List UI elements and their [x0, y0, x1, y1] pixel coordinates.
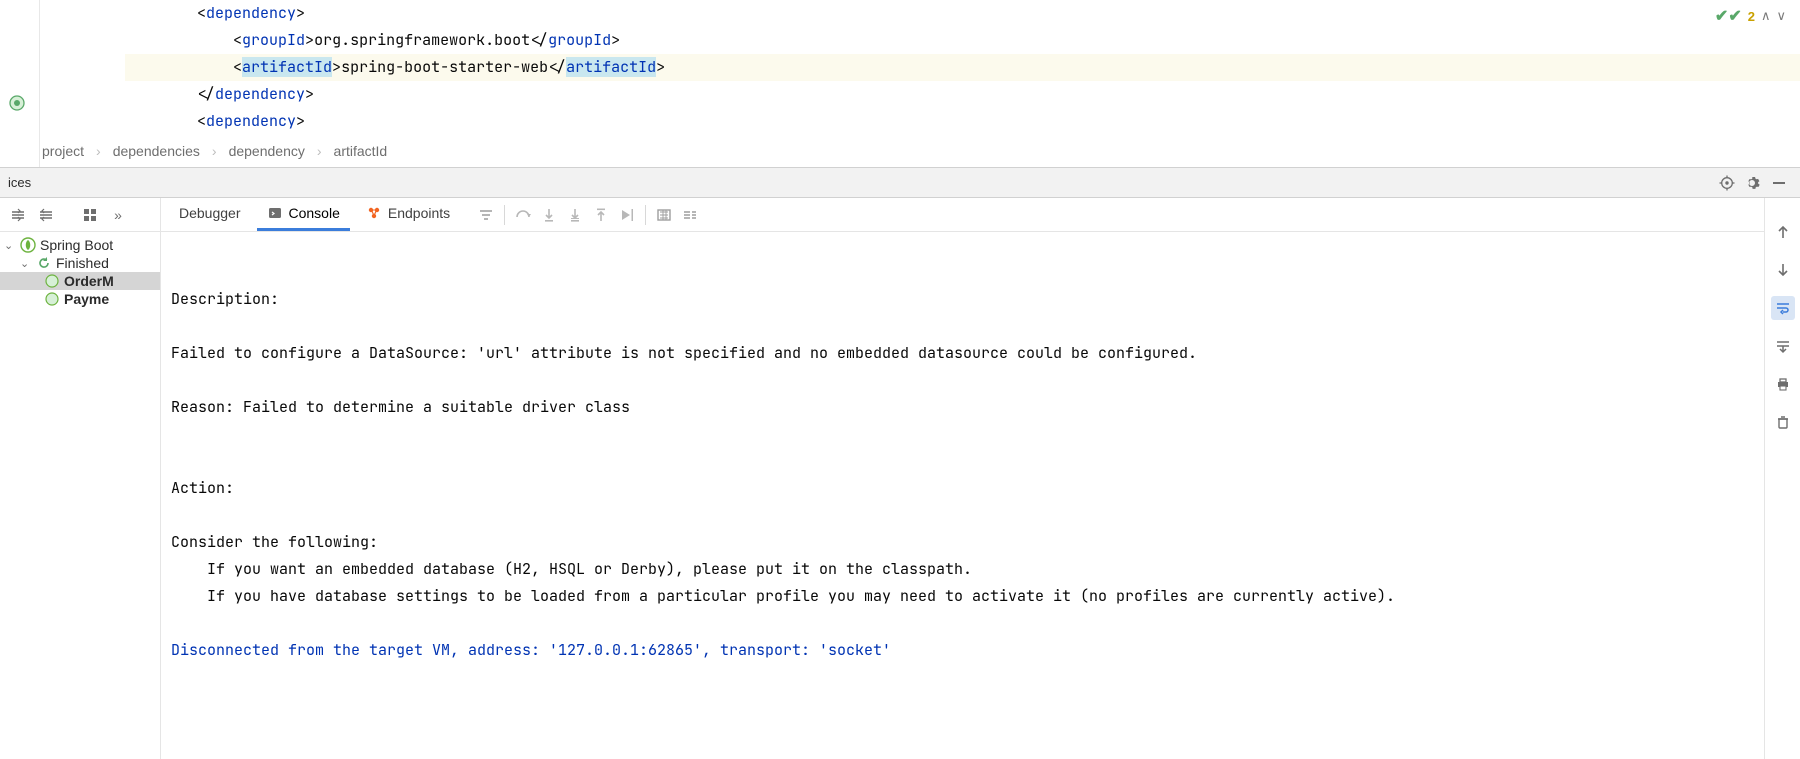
spring-app-icon: [44, 273, 60, 289]
gear-icon[interactable]: [1740, 170, 1766, 196]
console-line: [171, 313, 1754, 340]
console-line: Consider the following:: [171, 529, 1754, 556]
services-tree-panel: » ⌄ Spring Boot ⌄ Finished OrderM Payme: [0, 198, 160, 759]
print-icon[interactable]: [1771, 372, 1795, 396]
tree-toolbar: »: [0, 198, 160, 232]
divider: [504, 205, 505, 225]
tab-label: Endpoints: [388, 205, 450, 221]
step-out-icon[interactable]: [589, 203, 613, 227]
tree-label: OrderM: [64, 273, 114, 289]
expand-all-icon[interactable]: [6, 203, 30, 227]
editor-gutter: [0, 0, 40, 167]
console-icon: [267, 205, 283, 221]
breadcrumb-separator: ›: [96, 143, 101, 159]
console-actions: [474, 203, 702, 227]
toolwindow-tabbar: Debugger Console Endpoints: [161, 198, 1764, 232]
rerun-icon: [36, 255, 52, 271]
tree-label: Payme: [64, 291, 109, 307]
breadcrumb-item[interactable]: project: [42, 143, 84, 159]
toolwindow-content: Debugger Console Endpoints: [160, 198, 1764, 759]
breadcrumb-separator: ›: [317, 143, 322, 159]
endpoints-icon: [366, 205, 382, 221]
run-to-cursor-icon[interactable]: [615, 203, 639, 227]
warning-count[interactable]: 2: [1748, 9, 1755, 24]
console-line: If you have database settings to be load…: [171, 583, 1754, 610]
console-right-rail: [1764, 198, 1800, 759]
gutter-bean-icon[interactable]: [6, 92, 28, 114]
tab-console[interactable]: Console: [257, 199, 350, 231]
console-line: Failed to configure a DataSource: 'url' …: [171, 340, 1754, 367]
console-line: Reason: Failed to determine a suitable d…: [171, 394, 1754, 421]
tab-debugger[interactable]: Debugger: [169, 199, 251, 231]
console-line-disconnect: Disconnected from the target VM, address…: [171, 637, 1754, 664]
force-step-into-icon[interactable]: [563, 203, 587, 227]
step-into-icon[interactable]: [537, 203, 561, 227]
services-title: ices: [8, 175, 31, 190]
scroll-to-end-icon[interactable]: [1771, 334, 1795, 358]
console-line: [171, 502, 1754, 529]
tree-node-spring-boot[interactable]: ⌄ Spring Boot: [0, 236, 160, 254]
breadcrumb-item[interactable]: dependency: [229, 143, 305, 159]
editor-annotations: ✔✔ 2 ∧ ∨: [1715, 6, 1786, 26]
tab-endpoints[interactable]: Endpoints: [356, 199, 460, 231]
services-panel-header: ices: [0, 168, 1800, 198]
spring-app-icon: [44, 291, 60, 307]
filter-icon[interactable]: [474, 203, 498, 227]
prev-highlight-icon[interactable]: ∧: [1761, 8, 1771, 24]
next-highlight-icon[interactable]: ∨: [1776, 8, 1786, 24]
collapse-all-icon[interactable]: [34, 203, 58, 227]
tab-label: Debugger: [179, 205, 241, 221]
console-line: Description:: [171, 286, 1754, 313]
console-line: [171, 421, 1754, 448]
editor-area: <dependency> <groupId>org.springframewor…: [0, 0, 1800, 168]
scroll-down-icon[interactable]: [1771, 258, 1795, 282]
console-line: [171, 448, 1754, 475]
tab-label: Console: [289, 205, 340, 221]
soft-wrap-icon[interactable]: [1771, 296, 1795, 320]
step-over-icon[interactable]: [511, 203, 535, 227]
tree-item-payment[interactable]: Payme: [0, 290, 160, 308]
tree-node-finished[interactable]: ⌄ Finished: [0, 254, 160, 272]
services-tree[interactable]: ⌄ Spring Boot ⌄ Finished OrderM Payme: [0, 232, 160, 312]
console-line: If you want an embedded database (H2, HS…: [171, 556, 1754, 583]
more-icon[interactable]: »: [106, 203, 130, 227]
tree-item-order[interactable]: OrderM: [0, 272, 160, 290]
tree-label: Finished: [56, 255, 109, 271]
console-line: Action:: [171, 475, 1754, 502]
evaluate-expression-icon[interactable]: [652, 203, 676, 227]
inspection-ok-icon[interactable]: ✔✔: [1715, 6, 1742, 26]
minimize-icon[interactable]: [1766, 170, 1792, 196]
tree-label: Spring Boot: [40, 237, 113, 253]
spring-boot-icon: [20, 237, 36, 253]
breadcrumb-item[interactable]: artifactId: [334, 143, 388, 159]
divider: [645, 205, 646, 225]
chevron-down-icon[interactable]: ⌄: [20, 257, 32, 270]
console-output[interactable]: Description: Failed to configure a DataS…: [161, 232, 1764, 759]
grid-icon[interactable]: [78, 203, 102, 227]
breadcrumb: project › dependencies › dependency › artifact…: [42, 135, 387, 167]
scroll-up-icon[interactable]: [1771, 220, 1795, 244]
code-editor[interactable]: <dependency> <groupId>org.springframewor…: [40, 0, 1800, 135]
breadcrumb-separator: ›: [212, 143, 217, 159]
target-icon[interactable]: [1714, 170, 1740, 196]
console-line: [171, 610, 1754, 637]
clear-all-icon[interactable]: [1771, 410, 1795, 434]
trace-icon[interactable]: [678, 203, 702, 227]
console-line: [171, 367, 1754, 394]
toolwindow: » ⌄ Spring Boot ⌄ Finished OrderM Payme: [0, 198, 1800, 759]
chevron-down-icon[interactable]: ⌄: [4, 239, 16, 252]
breadcrumb-item[interactable]: dependencies: [113, 143, 200, 159]
